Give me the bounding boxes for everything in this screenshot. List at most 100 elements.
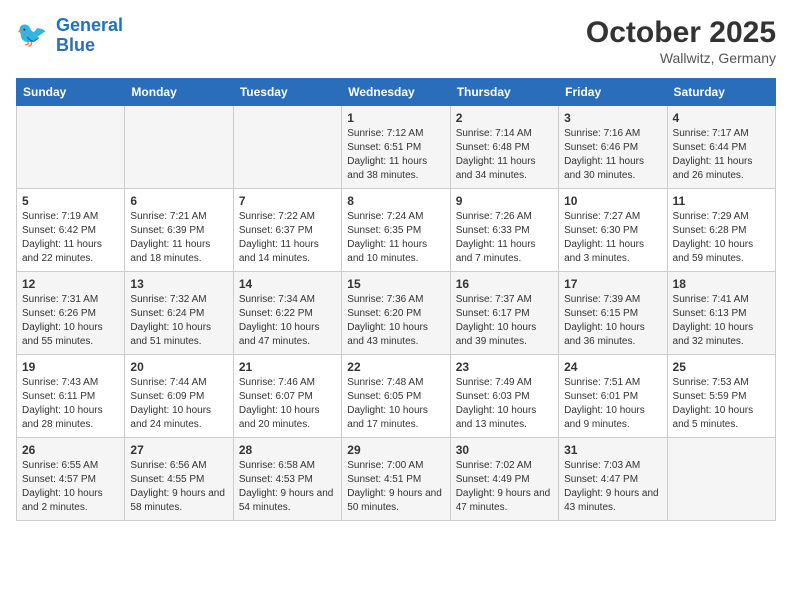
- day-cell: 14 Sunrise: 7:34 AM Sunset: 6:22 PM Dayli…: [233, 272, 341, 355]
- column-header-thursday: Thursday: [450, 79, 558, 106]
- month-title: October 2025: [586, 16, 776, 50]
- day-info: Sunrise: 7:43 AM Sunset: 6:11 PM Dayligh…: [22, 376, 119, 432]
- day-cell: 18 Sunrise: 7:41 AM Sunset: 6:13 PM Dayli…: [667, 272, 775, 355]
- day-info: Sunrise: 7:24 AM Sunset: 6:35 PM Dayligh…: [347, 210, 444, 266]
- day-info: Sunrise: 7:21 AM Sunset: 6:39 PM Dayligh…: [130, 210, 227, 266]
- day-number: 18: [673, 277, 770, 291]
- day-info: Sunrise: 7:41 AM Sunset: 6:13 PM Dayligh…: [673, 293, 770, 349]
- day-info: Sunrise: 7:51 AM Sunset: 6:01 PM Dayligh…: [564, 376, 661, 432]
- day-number: 5: [22, 194, 119, 208]
- day-info: Sunrise: 7:36 AM Sunset: 6:20 PM Dayligh…: [347, 293, 444, 349]
- day-info: Sunrise: 6:56 AM Sunset: 4:55 PM Dayligh…: [130, 459, 227, 515]
- day-number: 10: [564, 194, 661, 208]
- day-cell: [125, 106, 233, 189]
- day-cell: 29 Sunrise: 7:00 AM Sunset: 4:51 PM Dayli…: [342, 438, 450, 521]
- column-header-saturday: Saturday: [667, 79, 775, 106]
- day-cell: 4Sunrise: 7:17 AM Sunset: 6:44 PM Daylig…: [667, 106, 775, 189]
- day-cell: [667, 438, 775, 521]
- day-info: Sunrise: 7:17 AM Sunset: 6:44 PM Dayligh…: [673, 127, 770, 183]
- week-row-5: 26 Sunrise: 6:55 AM Sunset: 4:57 PM Dayli…: [17, 438, 776, 521]
- day-info: Sunrise: 7:49 AM Sunset: 6:03 PM Dayligh…: [456, 376, 553, 432]
- day-info: Sunrise: 7:39 AM Sunset: 6:15 PM Dayligh…: [564, 293, 661, 349]
- day-info: Sunrise: 6:55 AM Sunset: 4:57 PM Dayligh…: [22, 459, 119, 515]
- title-block: October 2025 Wallwitz, Germany: [586, 16, 776, 66]
- week-row-2: 5 Sunrise: 7:19 AM Sunset: 6:42 PM Daylig…: [17, 189, 776, 272]
- day-number: 19: [22, 360, 119, 374]
- day-cell: 31 Sunrise: 7:03 AM Sunset: 4:47 PM Dayli…: [559, 438, 667, 521]
- week-row-4: 19 Sunrise: 7:43 AM Sunset: 6:11 PM Dayli…: [17, 355, 776, 438]
- day-number: 21: [239, 360, 336, 374]
- day-cell: 24 Sunrise: 7:51 AM Sunset: 6:01 PM Dayli…: [559, 355, 667, 438]
- day-cell: 3 Sunrise: 7:16 AM Sunset: 6:46 PM Daylig…: [559, 106, 667, 189]
- day-info: Sunrise: 7:22 AM Sunset: 6:37 PM Dayligh…: [239, 210, 336, 266]
- day-number: 28: [239, 443, 336, 457]
- logo-general: General: [56, 15, 123, 35]
- day-info: Sunrise: 7:46 AM Sunset: 6:07 PM Dayligh…: [239, 376, 336, 432]
- day-info: Sunrise: 7:16 AM Sunset: 6:46 PM Dayligh…: [564, 127, 661, 183]
- day-cell: 12 Sunrise: 7:31 AM Sunset: 6:26 PM Dayli…: [17, 272, 125, 355]
- day-cell: 23Sunrise: 7:49 AM Sunset: 6:03 PM Dayli…: [450, 355, 558, 438]
- day-number: 30: [456, 443, 553, 457]
- day-number: 25: [673, 360, 770, 374]
- calendar-table: SundayMondayTuesdayWednesdayThursdayFrid…: [16, 78, 776, 521]
- day-info: Sunrise: 7:26 AM Sunset: 6:33 PM Dayligh…: [456, 210, 553, 266]
- day-number: 31: [564, 443, 661, 457]
- day-info: Sunrise: 7:27 AM Sunset: 6:30 PM Dayligh…: [564, 210, 661, 266]
- day-info: Sunrise: 7:02 AM Sunset: 4:49 PM Dayligh…: [456, 459, 553, 515]
- day-cell: 5 Sunrise: 7:19 AM Sunset: 6:42 PM Daylig…: [17, 189, 125, 272]
- day-number: 14: [239, 277, 336, 291]
- day-info: Sunrise: 6:58 AM Sunset: 4:53 PM Dayligh…: [239, 459, 336, 515]
- day-cell: [17, 106, 125, 189]
- day-info: Sunrise: 7:12 AM Sunset: 6:51 PM Dayligh…: [347, 127, 444, 183]
- day-number: 7: [239, 194, 336, 208]
- page-header: 🐦 General Blue October 2025 Wallwitz, Ge…: [16, 16, 776, 66]
- day-info: Sunrise: 7:19 AM Sunset: 6:42 PM Dayligh…: [22, 210, 119, 266]
- day-info: Sunrise: 7:14 AM Sunset: 6:48 PM Dayligh…: [456, 127, 553, 183]
- day-cell: 16 Sunrise: 7:37 AM Sunset: 6:17 PM Dayli…: [450, 272, 558, 355]
- day-number: 24: [564, 360, 661, 374]
- location: Wallwitz, Germany: [586, 50, 776, 66]
- day-cell: 10 Sunrise: 7:27 AM Sunset: 6:30 PM Dayli…: [559, 189, 667, 272]
- day-cell: 1Sunrise: 7:12 AM Sunset: 6:51 PM Daylig…: [342, 106, 450, 189]
- day-number: 3: [564, 111, 661, 125]
- day-cell: 26 Sunrise: 6:55 AM Sunset: 4:57 PM Dayli…: [17, 438, 125, 521]
- day-info: Sunrise: 7:34 AM Sunset: 6:22 PM Dayligh…: [239, 293, 336, 349]
- day-cell: 22Sunrise: 7:48 AM Sunset: 6:05 PM Dayli…: [342, 355, 450, 438]
- day-number: 16: [456, 277, 553, 291]
- day-cell: 20Sunrise: 7:44 AM Sunset: 6:09 PM Dayli…: [125, 355, 233, 438]
- logo-text: General Blue: [56, 16, 123, 56]
- day-cell: 21 Sunrise: 7:46 AM Sunset: 6:07 PM Dayli…: [233, 355, 341, 438]
- column-header-wednesday: Wednesday: [342, 79, 450, 106]
- day-cell: 17Sunrise: 7:39 AM Sunset: 6:15 PM Dayli…: [559, 272, 667, 355]
- day-number: 2: [456, 111, 553, 125]
- day-info: Sunrise: 7:29 AM Sunset: 6:28 PM Dayligh…: [673, 210, 770, 266]
- day-cell: 28 Sunrise: 6:58 AM Sunset: 4:53 PM Dayli…: [233, 438, 341, 521]
- day-number: 29: [347, 443, 444, 457]
- day-info: Sunrise: 7:37 AM Sunset: 6:17 PM Dayligh…: [456, 293, 553, 349]
- day-cell: 11Sunrise: 7:29 AM Sunset: 6:28 PM Dayli…: [667, 189, 775, 272]
- day-cell: 13Sunrise: 7:32 AM Sunset: 6:24 PM Dayli…: [125, 272, 233, 355]
- day-cell: 30 Sunrise: 7:02 AM Sunset: 4:49 PM Dayli…: [450, 438, 558, 521]
- week-row-1: 1Sunrise: 7:12 AM Sunset: 6:51 PM Daylig…: [17, 106, 776, 189]
- day-number: 9: [456, 194, 553, 208]
- day-cell: 7 Sunrise: 7:22 AM Sunset: 6:37 PM Daylig…: [233, 189, 341, 272]
- logo-icon: 🐦: [16, 18, 52, 54]
- column-header-friday: Friday: [559, 79, 667, 106]
- day-number: 15: [347, 277, 444, 291]
- day-cell: 19 Sunrise: 7:43 AM Sunset: 6:11 PM Dayli…: [17, 355, 125, 438]
- day-number: 6: [130, 194, 227, 208]
- header-row: SundayMondayTuesdayWednesdayThursdayFrid…: [17, 79, 776, 106]
- day-info: Sunrise: 7:31 AM Sunset: 6:26 PM Dayligh…: [22, 293, 119, 349]
- day-number: 8: [347, 194, 444, 208]
- day-cell: 27Sunrise: 6:56 AM Sunset: 4:55 PM Dayli…: [125, 438, 233, 521]
- day-number: 26: [22, 443, 119, 457]
- day-number: 22: [347, 360, 444, 374]
- day-info: Sunrise: 7:03 AM Sunset: 4:47 PM Dayligh…: [564, 459, 661, 515]
- week-row-3: 12 Sunrise: 7:31 AM Sunset: 6:26 PM Dayli…: [17, 272, 776, 355]
- day-number: 12: [22, 277, 119, 291]
- day-cell: 6 Sunrise: 7:21 AM Sunset: 6:39 PM Daylig…: [125, 189, 233, 272]
- day-info: Sunrise: 7:00 AM Sunset: 4:51 PM Dayligh…: [347, 459, 444, 515]
- day-info: Sunrise: 7:32 AM Sunset: 6:24 PM Dayligh…: [130, 293, 227, 349]
- column-header-tuesday: Tuesday: [233, 79, 341, 106]
- day-number: 20: [130, 360, 227, 374]
